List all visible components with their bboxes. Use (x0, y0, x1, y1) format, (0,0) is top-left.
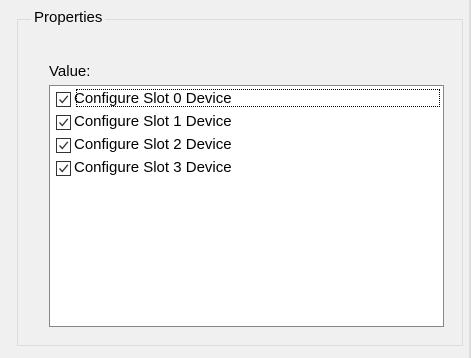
list-item-slot-2[interactable]: Configure Slot 2 Device (56, 134, 233, 156)
checkmark-icon (59, 94, 69, 103)
checkmark-icon (59, 163, 69, 172)
list-item-label: Configure Slot 3 Device (74, 159, 232, 176)
checkmark-icon (59, 117, 69, 126)
list-item-label: Configure Slot 2 Device (74, 136, 232, 153)
properties-panel: Properties Value: Configure Slot 0 Devic… (0, 0, 471, 358)
list-item-slot-1[interactable]: Configure Slot 1 Device (56, 111, 233, 133)
groupbox-title: Properties (31, 8, 106, 28)
list-item-slot-3[interactable]: Configure Slot 3 Device (56, 157, 233, 179)
checkmark-icon (59, 140, 69, 149)
list-item-slot-0[interactable]: Configure Slot 0 Device (56, 88, 233, 110)
checkbox[interactable] (56, 114, 71, 130)
checkbox[interactable] (56, 160, 71, 176)
value-label: Value: (49, 63, 91, 80)
list-item-label: Configure Slot 0 Device (74, 90, 232, 107)
checkbox[interactable] (56, 91, 71, 107)
checkbox[interactable] (56, 137, 71, 153)
list-item-label: Configure Slot 1 Device (74, 113, 232, 130)
checked-listbox[interactable]: Configure Slot 0 Device Configure Slot 1… (49, 85, 444, 327)
